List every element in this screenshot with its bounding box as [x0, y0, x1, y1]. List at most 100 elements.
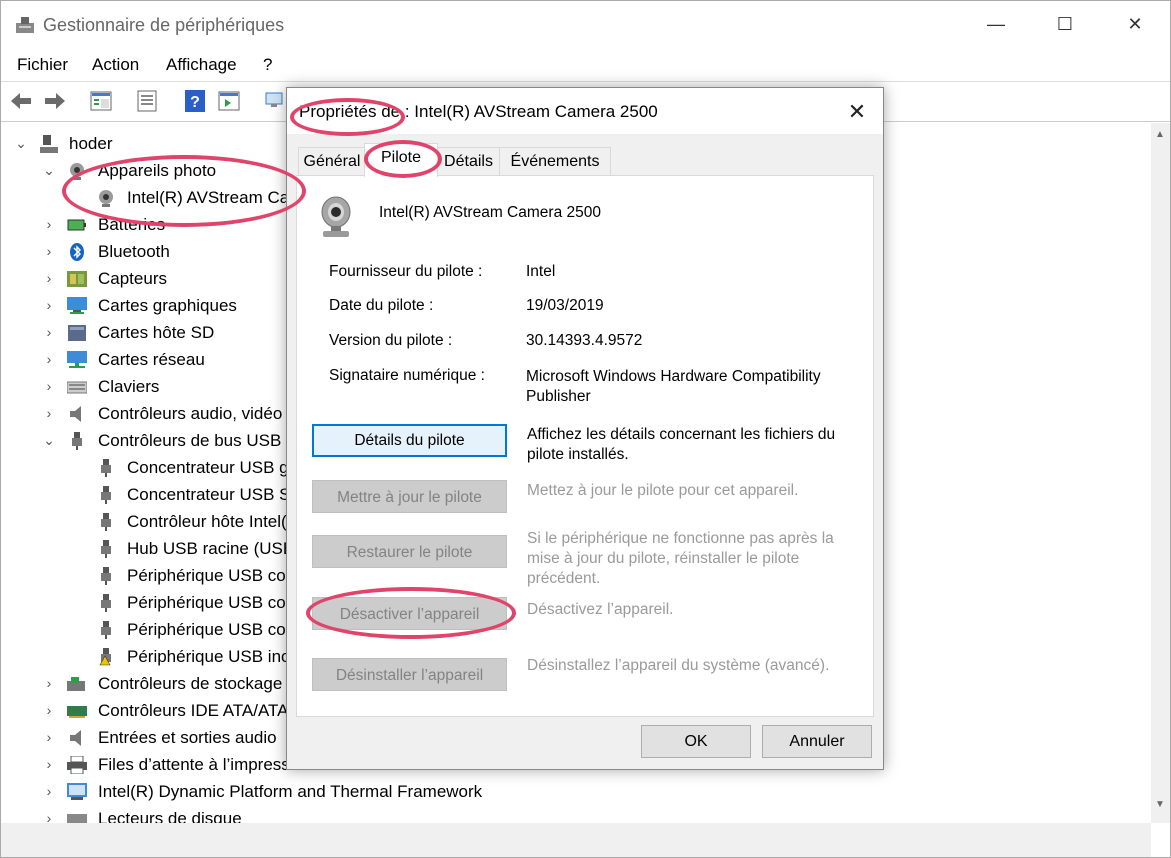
cancel-button[interactable]: Annuler [762, 725, 872, 758]
field-value: 30.14393.4.9572 [526, 332, 643, 349]
chevron-right-icon[interactable]: › [42, 400, 56, 427]
chevron-right-icon[interactable]: › [42, 346, 56, 373]
action-description: Si le périphérique ne fonctionne pas apr… [527, 530, 834, 587]
computer-icon [40, 135, 58, 153]
tab-details[interactable]: Détails [436, 147, 501, 176]
action-description: Désactivez l’appareil. [527, 601, 674, 618]
dialog-close-button[interactable]: ✕ [835, 94, 879, 130]
storage-controller-icon [67, 677, 85, 691]
usb-warning-icon [99, 648, 111, 666]
driver-tab-panel: Intel(R) AVStream Camera 2500 Fournisseu… [296, 175, 874, 717]
tab-events[interactable]: Événements [499, 147, 611, 176]
update-driver-button[interactable]: Mettre à jour le pilote [312, 480, 507, 513]
camera-icon [99, 190, 113, 207]
menu-help[interactable]: ? [263, 55, 272, 75]
usb-icon [101, 540, 111, 558]
usb-icon [101, 567, 111, 585]
speaker-icon [70, 406, 81, 422]
chevron-down-icon[interactable]: ⌄ [42, 427, 56, 454]
properties-icon[interactable] [135, 89, 159, 113]
action-description: Mettez à jour le pilote pour cet apparei… [527, 482, 799, 499]
chevron-right-icon[interactable]: › [42, 670, 56, 697]
usb-icon [101, 621, 111, 639]
usb-icon [72, 432, 82, 450]
tree-label: Appareils photo [98, 161, 217, 180]
field-value: Microsoft Windows Hardware Compatibility… [526, 368, 821, 405]
menu-bar: Fichier Action Affichage ? [1, 53, 1170, 79]
ok-button[interactable]: OK [641, 725, 751, 758]
chevron-right-icon[interactable]: › [42, 751, 56, 778]
uninstall-device-button[interactable]: Désinstaller l’appareil [312, 658, 507, 691]
scroll-down-icon[interactable]: ▼ [1155, 799, 1165, 810]
usb-icon [101, 486, 111, 504]
chevron-right-icon[interactable]: › [42, 211, 56, 238]
disk-drive-icon [67, 814, 87, 823]
svg-text:?: ? [190, 94, 200, 111]
menu-divider [1, 81, 1170, 82]
menu-view[interactable]: Affichage [166, 55, 237, 75]
field-label: Fournisseur du pilote : [329, 263, 483, 280]
chevron-right-icon[interactable]: › [42, 778, 56, 805]
chevron-down-icon[interactable]: ⌄ [14, 130, 28, 157]
usb-icon [101, 459, 111, 477]
chevron-right-icon[interactable]: › [42, 805, 56, 823]
field-label: Date du pilote : [329, 297, 434, 314]
tree-label: Claviers [98, 377, 160, 396]
chevron-right-icon[interactable]: › [42, 373, 56, 400]
chevron-right-icon[interactable]: › [42, 319, 56, 346]
sd-card-icon [68, 325, 86, 341]
speaker-icon [70, 730, 81, 746]
minimize-button[interactable]: — [976, 9, 1016, 39]
properties-dialog: Propriétés de : Intel(R) AVStream Camera… [286, 87, 884, 770]
tree-label: Capteurs [98, 269, 167, 288]
dialog-title: Propriétés de : Intel(R) AVStream Camera… [299, 102, 658, 121]
horizontal-scrollbar[interactable] [1, 823, 1151, 857]
field-label: Version du pilote : [329, 332, 453, 349]
tab-general[interactable]: Général [298, 147, 366, 176]
tree-label: Contrôleurs IDE ATA/ATAPI [98, 701, 305, 720]
menu-action[interactable]: Action [92, 55, 139, 75]
field-value: 19/03/2019 [526, 297, 604, 314]
title-bar: Gestionnaire de périphériques — ☐ ✕ [1, 1, 1170, 49]
chevron-down-icon[interactable]: ⌄ [42, 157, 56, 184]
tree-label: Batteries [98, 215, 166, 234]
tree-label: Lecteurs de disque [98, 809, 242, 823]
close-button[interactable]: ✕ [1115, 9, 1155, 39]
tree-label: hoder [69, 134, 113, 153]
battery-icon [67, 219, 86, 231]
chevron-right-icon[interactable]: › [42, 292, 56, 319]
chevron-right-icon[interactable]: › [42, 238, 56, 265]
keyboard-icon [67, 381, 87, 394]
vertical-scrollbar[interactable]: ▲ ▼ [1151, 123, 1170, 823]
chevron-right-icon[interactable]: › [42, 697, 56, 724]
sensor-icon [67, 271, 87, 287]
back-arrow-icon[interactable] [9, 89, 33, 113]
tab-driver[interactable]: Pilote [364, 143, 438, 177]
tree-label: Bluetooth [98, 242, 170, 261]
device-manager-icon [16, 17, 34, 33]
show-hide-tree-icon[interactable] [89, 89, 113, 113]
field-label: Signataire numérique : [329, 367, 485, 384]
chevron-right-icon[interactable]: › [42, 724, 56, 751]
rollback-driver-button[interactable]: Restaurer le pilote [312, 535, 507, 568]
chevron-right-icon[interactable]: › [42, 265, 56, 292]
camera-icon [70, 163, 84, 180]
tree-label: Cartes hôte SD [98, 323, 215, 342]
tree-label: Contrôleurs de stockage [98, 674, 283, 693]
usb-icon [101, 594, 111, 612]
view-icon[interactable] [217, 89, 241, 113]
help-icon[interactable]: ? [183, 89, 207, 113]
scan-hardware-icon[interactable] [263, 89, 287, 113]
maximize-button[interactable]: ☐ [1045, 9, 1085, 39]
action-description: Affichez les détails concernant les fich… [527, 426, 836, 463]
display-adapter-icon [67, 297, 87, 314]
scroll-up-icon[interactable]: ▲ [1155, 129, 1165, 140]
disable-device-button[interactable]: Désactiver l’appareil [312, 597, 507, 630]
driver-details-button[interactable]: Détails du pilote [312, 424, 507, 457]
ide-controller-icon [67, 706, 87, 718]
forward-arrow-icon[interactable] [43, 89, 67, 113]
camera-icon [321, 196, 351, 237]
usb-icon [101, 513, 111, 531]
menu-file[interactable]: Fichier [17, 55, 68, 75]
field-value: Intel [526, 263, 556, 280]
